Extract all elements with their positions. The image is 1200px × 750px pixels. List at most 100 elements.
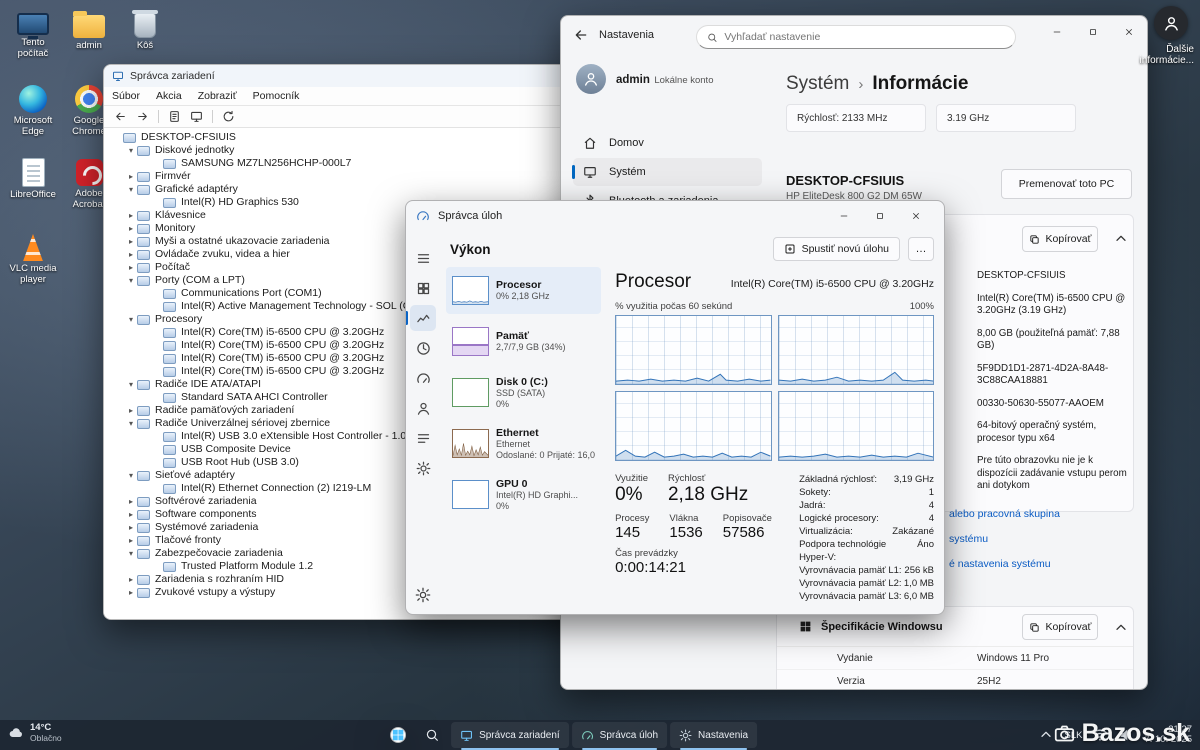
tree-expander-icon[interactable]: ▸ — [125, 209, 137, 222]
tree-expander-icon[interactable]: ▸ — [125, 248, 137, 261]
cpu-detail-label: Vyrovnávacia pamäť L2: — [799, 577, 902, 590]
performance-item[interactable]: Ethernet Ethernet Odoslané: 0 Prijaté: 1… — [446, 420, 601, 467]
search-input[interactable] — [724, 31, 1005, 43]
performance-icon[interactable] — [410, 305, 436, 331]
rename-pc-button[interactable]: Premenovať toto PC — [1001, 169, 1132, 199]
more-info-label[interactable]: Ďalšie informácie... — [1114, 44, 1194, 66]
tree-expander-icon[interactable]: ▸ — [125, 521, 137, 534]
windows-logo-icon — [799, 620, 812, 633]
properties-icon[interactable] — [168, 110, 181, 123]
minimize-button[interactable] — [826, 201, 862, 231]
tree-expander-icon[interactable]: ▾ — [125, 417, 137, 430]
device-manager-icon[interactable]: Správca zariadení — [451, 722, 569, 748]
app-history-icon[interactable] — [410, 335, 436, 361]
menu-item[interactable]: Akcia — [148, 90, 190, 102]
settings-search[interactable] — [696, 25, 1016, 49]
spec-value: 64-bitový operačný systém, procesor typu… — [977, 420, 1129, 445]
startup-apps-icon[interactable] — [410, 365, 436, 391]
forward-icon[interactable] — [136, 110, 149, 123]
maximize-button[interactable] — [862, 201, 898, 231]
task-manager-icon[interactable]: Správca úloh — [572, 722, 667, 748]
account-card[interactable]: admin Lokálne konto — [576, 64, 714, 94]
desktop-icon[interactable]: Tento počítač — [6, 6, 60, 80]
nav-item-home[interactable]: Domov — [573, 129, 762, 157]
tree-expander-icon[interactable]: ▾ — [125, 183, 137, 196]
related-link[interactable]: systému — [949, 533, 1060, 545]
computer-icon[interactable] — [190, 110, 203, 123]
performance-item[interactable]: Disk 0 (C:) SSD (SATA) 0% — [446, 369, 601, 416]
collapse-chevron-icon[interactable] — [1113, 231, 1129, 247]
desktop-icon[interactable]: Microsoft Edge — [6, 80, 60, 154]
cpu-detail-label: Sokety: — [799, 486, 831, 499]
run-new-task-button[interactable]: Spustiť novú úlohu — [773, 237, 900, 261]
settings-icon[interactable]: Nastavenia — [670, 722, 757, 748]
cpu-usage-graph — [778, 315, 934, 385]
copy-specs-button[interactable]: Kopírovať — [1022, 226, 1098, 252]
desktop-icon-label: admin — [76, 41, 102, 52]
minimize-button[interactable] — [1039, 16, 1075, 48]
more-options-button[interactable]: … — [908, 237, 934, 261]
copy-winspec-button[interactable]: Kopírovať — [1022, 614, 1098, 640]
related-link[interactable]: alebo pracovná skupina — [949, 508, 1060, 520]
performance-item[interactable]: Pamäť 2,7/7,9 GB (34%) — [446, 318, 601, 365]
processes-icon[interactable] — [410, 275, 436, 301]
tree-expander-icon[interactable]: ▸ — [125, 534, 137, 547]
start-button[interactable] — [383, 722, 413, 748]
users-icon[interactable] — [410, 395, 436, 421]
tree-expander-icon[interactable]: ▾ — [125, 547, 137, 560]
hamburger-icon[interactable] — [410, 245, 436, 271]
desktop-icon[interactable]: LibreOffice — [6, 154, 60, 228]
mini-graph — [452, 480, 489, 509]
keyboard-icon — [137, 211, 150, 221]
back-icon[interactable] — [114, 110, 127, 123]
weather-widget[interactable]: 14°C Oblačno — [8, 723, 62, 743]
details-icon[interactable] — [410, 425, 436, 451]
desktop-icon[interactable]: VLC media player — [6, 228, 60, 302]
tree-expander-icon[interactable]: ▸ — [125, 404, 137, 417]
tree-expander-icon[interactable]: ▾ — [125, 274, 137, 287]
breadcrumb-section[interactable]: Systém — [786, 73, 849, 95]
menu-item[interactable]: Pomocník — [245, 90, 308, 102]
collapse-chevron-icon[interactable] — [1113, 620, 1129, 636]
copy-icon — [1029, 234, 1040, 245]
tree-expander-icon[interactable]: ▸ — [125, 235, 137, 248]
security-device-icon — [163, 562, 176, 572]
back-icon[interactable] — [573, 27, 589, 43]
tree-expander-icon[interactable]: ▸ — [125, 495, 137, 508]
task-manager-settings-icon[interactable] — [415, 586, 433, 604]
task-manager-titlebar[interactable]: Správca úloh — [406, 201, 944, 231]
usb-icon — [163, 458, 176, 468]
performance-item[interactable]: GPU 0 Intel(R) HD Graphi... 0% — [446, 471, 601, 518]
maximize-button[interactable] — [1075, 16, 1111, 48]
performance-item[interactable]: Procesor 0% 2,18 GHz — [446, 267, 601, 314]
nav-item-system[interactable]: Systém — [573, 158, 762, 186]
related-link[interactable]: é nastavenia systému — [949, 558, 1060, 570]
menu-item[interactable]: Súbor — [104, 90, 148, 102]
tray-chevron-up-icon[interactable] — [1038, 727, 1054, 743]
tree-expander-icon[interactable]: ▸ — [125, 261, 137, 274]
profile-badge[interactable] — [1154, 6, 1188, 40]
settings-titlebar[interactable]: Nastavenia — [561, 16, 1147, 58]
taskbar-app-label: Nastavenia — [698, 730, 748, 741]
tree-expander-icon[interactable]: ▾ — [125, 144, 137, 157]
tree-expander-icon[interactable]: ▸ — [125, 170, 137, 183]
tree-expander-icon[interactable]: ▸ — [125, 586, 137, 599]
account-type: Lokálne konto — [654, 75, 713, 86]
tree-expander-icon[interactable]: ▸ — [125, 573, 137, 586]
ram-speed-card: Rýchlosť: 2133 MHz — [786, 104, 926, 132]
task-manager-window[interactable]: Správca úloh — [405, 200, 945, 615]
services-icon[interactable] — [410, 455, 436, 481]
cpu-detail-row: Logické procesory: 4 — [799, 512, 934, 525]
close-button[interactable] — [898, 201, 934, 231]
menu-item[interactable]: Zobraziť — [190, 90, 245, 102]
tree-expander-icon[interactable]: ▾ — [125, 469, 137, 482]
cpu-stat: Popisovače57586 — [723, 513, 772, 541]
system-device-icon — [137, 523, 150, 533]
tree-expander-icon[interactable]: ▸ — [125, 508, 137, 521]
search-button[interactable] — [417, 722, 447, 748]
tree-expander-icon[interactable]: ▾ — [125, 313, 137, 326]
tree-expander-icon[interactable]: ▸ — [125, 222, 137, 235]
tree-expander-icon[interactable]: ▾ — [125, 378, 137, 391]
disk-drive-icon — [137, 146, 150, 156]
scan-refresh-icon[interactable] — [222, 110, 235, 123]
